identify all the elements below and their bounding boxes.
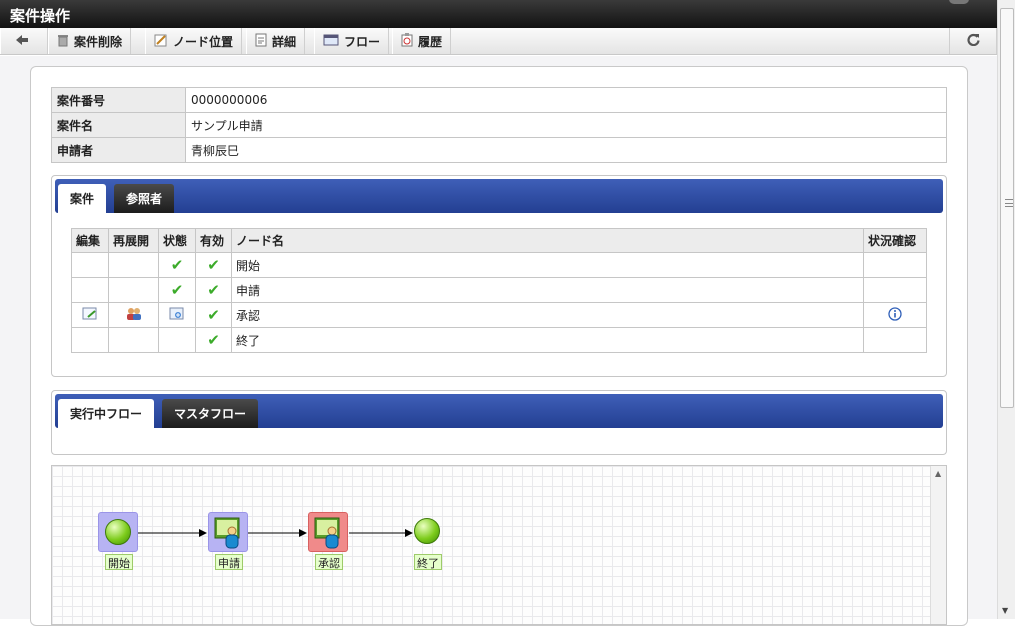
node-name: 申請: [231, 277, 864, 303]
node-name: 終了: [231, 327, 864, 353]
users-icon[interactable]: [125, 307, 143, 324]
node-position-button[interactable]: ノード位置: [145, 28, 243, 54]
back-arrow-icon: [15, 34, 29, 49]
edit-node-icon: [154, 33, 168, 50]
flow-label: フロー: [344, 34, 381, 49]
flow-connectors: [138, 529, 413, 537]
start-node-icon: [105, 519, 131, 545]
edit-node-icon[interactable]: [82, 307, 98, 324]
node-table: 編集 再展開 状態 有効 ノード名 状況確認 ✔ ✔ 開始 ✔ ✔ 申請 ✔ 承…: [71, 228, 927, 353]
case-tab-bar: 案件 参照者: [55, 179, 943, 213]
edit-cell: [71, 302, 109, 328]
enabled-cell: ✔: [195, 277, 232, 303]
case-tab-box: 案件 参照者 編集 再展開 状態 有効 ノード名 状況確認 ✔ ✔ 開始 ✔ ✔…: [51, 175, 947, 377]
node-name: 承認: [231, 302, 864, 328]
delete-case-label: 案件削除: [74, 34, 123, 49]
flow-window-icon: [323, 34, 339, 49]
status-cell: ✔: [158, 277, 196, 303]
case-name-key: 案件名: [51, 112, 186, 138]
delete-case-button[interactable]: 案件削除: [48, 28, 132, 54]
status-check-cell: [863, 302, 927, 328]
header-reexpand: 再展開: [108, 228, 159, 253]
header-node-name: ノード名: [231, 228, 864, 253]
check-icon: ✔: [207, 281, 220, 299]
page-scrollbar-thumb[interactable]: [1000, 8, 1014, 408]
flow-tab-bar: 実行中フロー マスタフロー: [55, 394, 943, 428]
flow-button[interactable]: フロー: [314, 28, 390, 54]
refresh-button[interactable]: [949, 28, 997, 54]
applicant-key: 申請者: [51, 137, 186, 163]
table-row: 案件番号 0000000006: [51, 87, 947, 113]
case-panel: 案件番号 0000000006 案件名 サンプル申請 申請者 青柳辰巳 案件 参…: [30, 66, 968, 626]
tab-case[interactable]: 案件: [58, 184, 107, 213]
status-cell: ✔: [158, 252, 196, 278]
user-task-icon: [314, 517, 340, 549]
table-row: ✔ 終了: [71, 327, 927, 353]
status-cell: [158, 302, 196, 328]
history-button[interactable]: 履歴: [392, 28, 452, 54]
in-progress-icon: [169, 307, 185, 324]
case-name-value: サンプル申請: [185, 112, 947, 138]
enabled-cell: ✔: [195, 327, 232, 353]
history-label: 履歴: [418, 34, 443, 49]
table-row: 申請者 青柳辰巳: [51, 137, 947, 163]
tab-master-flow[interactable]: マスタフロー: [162, 399, 259, 428]
header-enabled: 有効: [195, 228, 232, 253]
reexpand-cell: [108, 302, 159, 328]
check-icon: ✔: [170, 281, 184, 299]
flow-diagram: ▲ 開始 申請 承認 終了: [51, 465, 947, 625]
end-node-icon: [414, 518, 440, 544]
node-label: 終了: [414, 554, 442, 570]
document-icon: [255, 33, 267, 50]
table-row: ✔ ✔ 開始: [71, 252, 927, 278]
window-title: 案件操作: [10, 7, 71, 25]
check-icon: ✔: [170, 256, 184, 274]
back-button[interactable]: [0, 28, 48, 54]
node-label: 開始: [105, 554, 133, 570]
detail-label: 詳細: [272, 34, 297, 49]
table-row: ✔ 承認: [71, 302, 927, 328]
enabled-cell: ✔: [195, 302, 232, 328]
enabled-cell: ✔: [195, 252, 232, 278]
check-icon: ✔: [207, 256, 220, 274]
page-scrollbar[interactable]: ▼: [997, 0, 1015, 619]
tab-referrers[interactable]: 参照者: [114, 184, 175, 213]
table-row: 案件名 サンプル申請: [51, 112, 947, 138]
scroll-down-icon[interactable]: ▼: [1002, 606, 1008, 615]
node-label: 申請: [215, 554, 243, 570]
content-area: 案件番号 0000000006 案件名 サンプル申請 申請者 青柳辰巳 案件 参…: [0, 56, 997, 626]
node-label: 承認: [315, 554, 343, 570]
case-number-value: 0000000006: [185, 87, 947, 113]
detail-button[interactable]: 詳細: [246, 28, 306, 54]
node-position-label: ノード位置: [173, 34, 234, 49]
header-status-check: 状況確認: [863, 228, 927, 253]
history-clipboard-icon: [401, 32, 413, 50]
user-task-icon: [214, 517, 240, 549]
header-status: 状態: [158, 228, 196, 253]
node-name: 開始: [231, 252, 864, 278]
check-icon: ✔: [207, 306, 220, 324]
case-info-table: 案件番号 0000000006 案件名 サンプル申請 申請者 青柳辰巳: [51, 87, 947, 163]
toolbar: 案件削除 ノード位置 詳細 フロー 履歴: [0, 28, 997, 55]
header-edit: 編集: [71, 228, 109, 253]
window-handle: [949, 0, 969, 4]
applicant-value: 青柳辰巳: [185, 137, 947, 163]
window-title-bar: 案件操作: [0, 0, 997, 28]
tab-running-flow[interactable]: 実行中フロー: [58, 399, 155, 428]
check-icon: ✔: [207, 331, 220, 349]
refresh-icon: [966, 33, 980, 49]
flow-tab-box: 実行中フロー マスタフロー: [51, 390, 947, 455]
node-table-header: 編集 再展開 状態 有効 ノード名 状況確認: [71, 228, 927, 253]
case-number-key: 案件番号: [51, 87, 186, 113]
table-row: ✔ ✔ 申請: [71, 277, 927, 303]
info-icon[interactable]: [888, 306, 902, 324]
trash-icon: [57, 33, 69, 50]
